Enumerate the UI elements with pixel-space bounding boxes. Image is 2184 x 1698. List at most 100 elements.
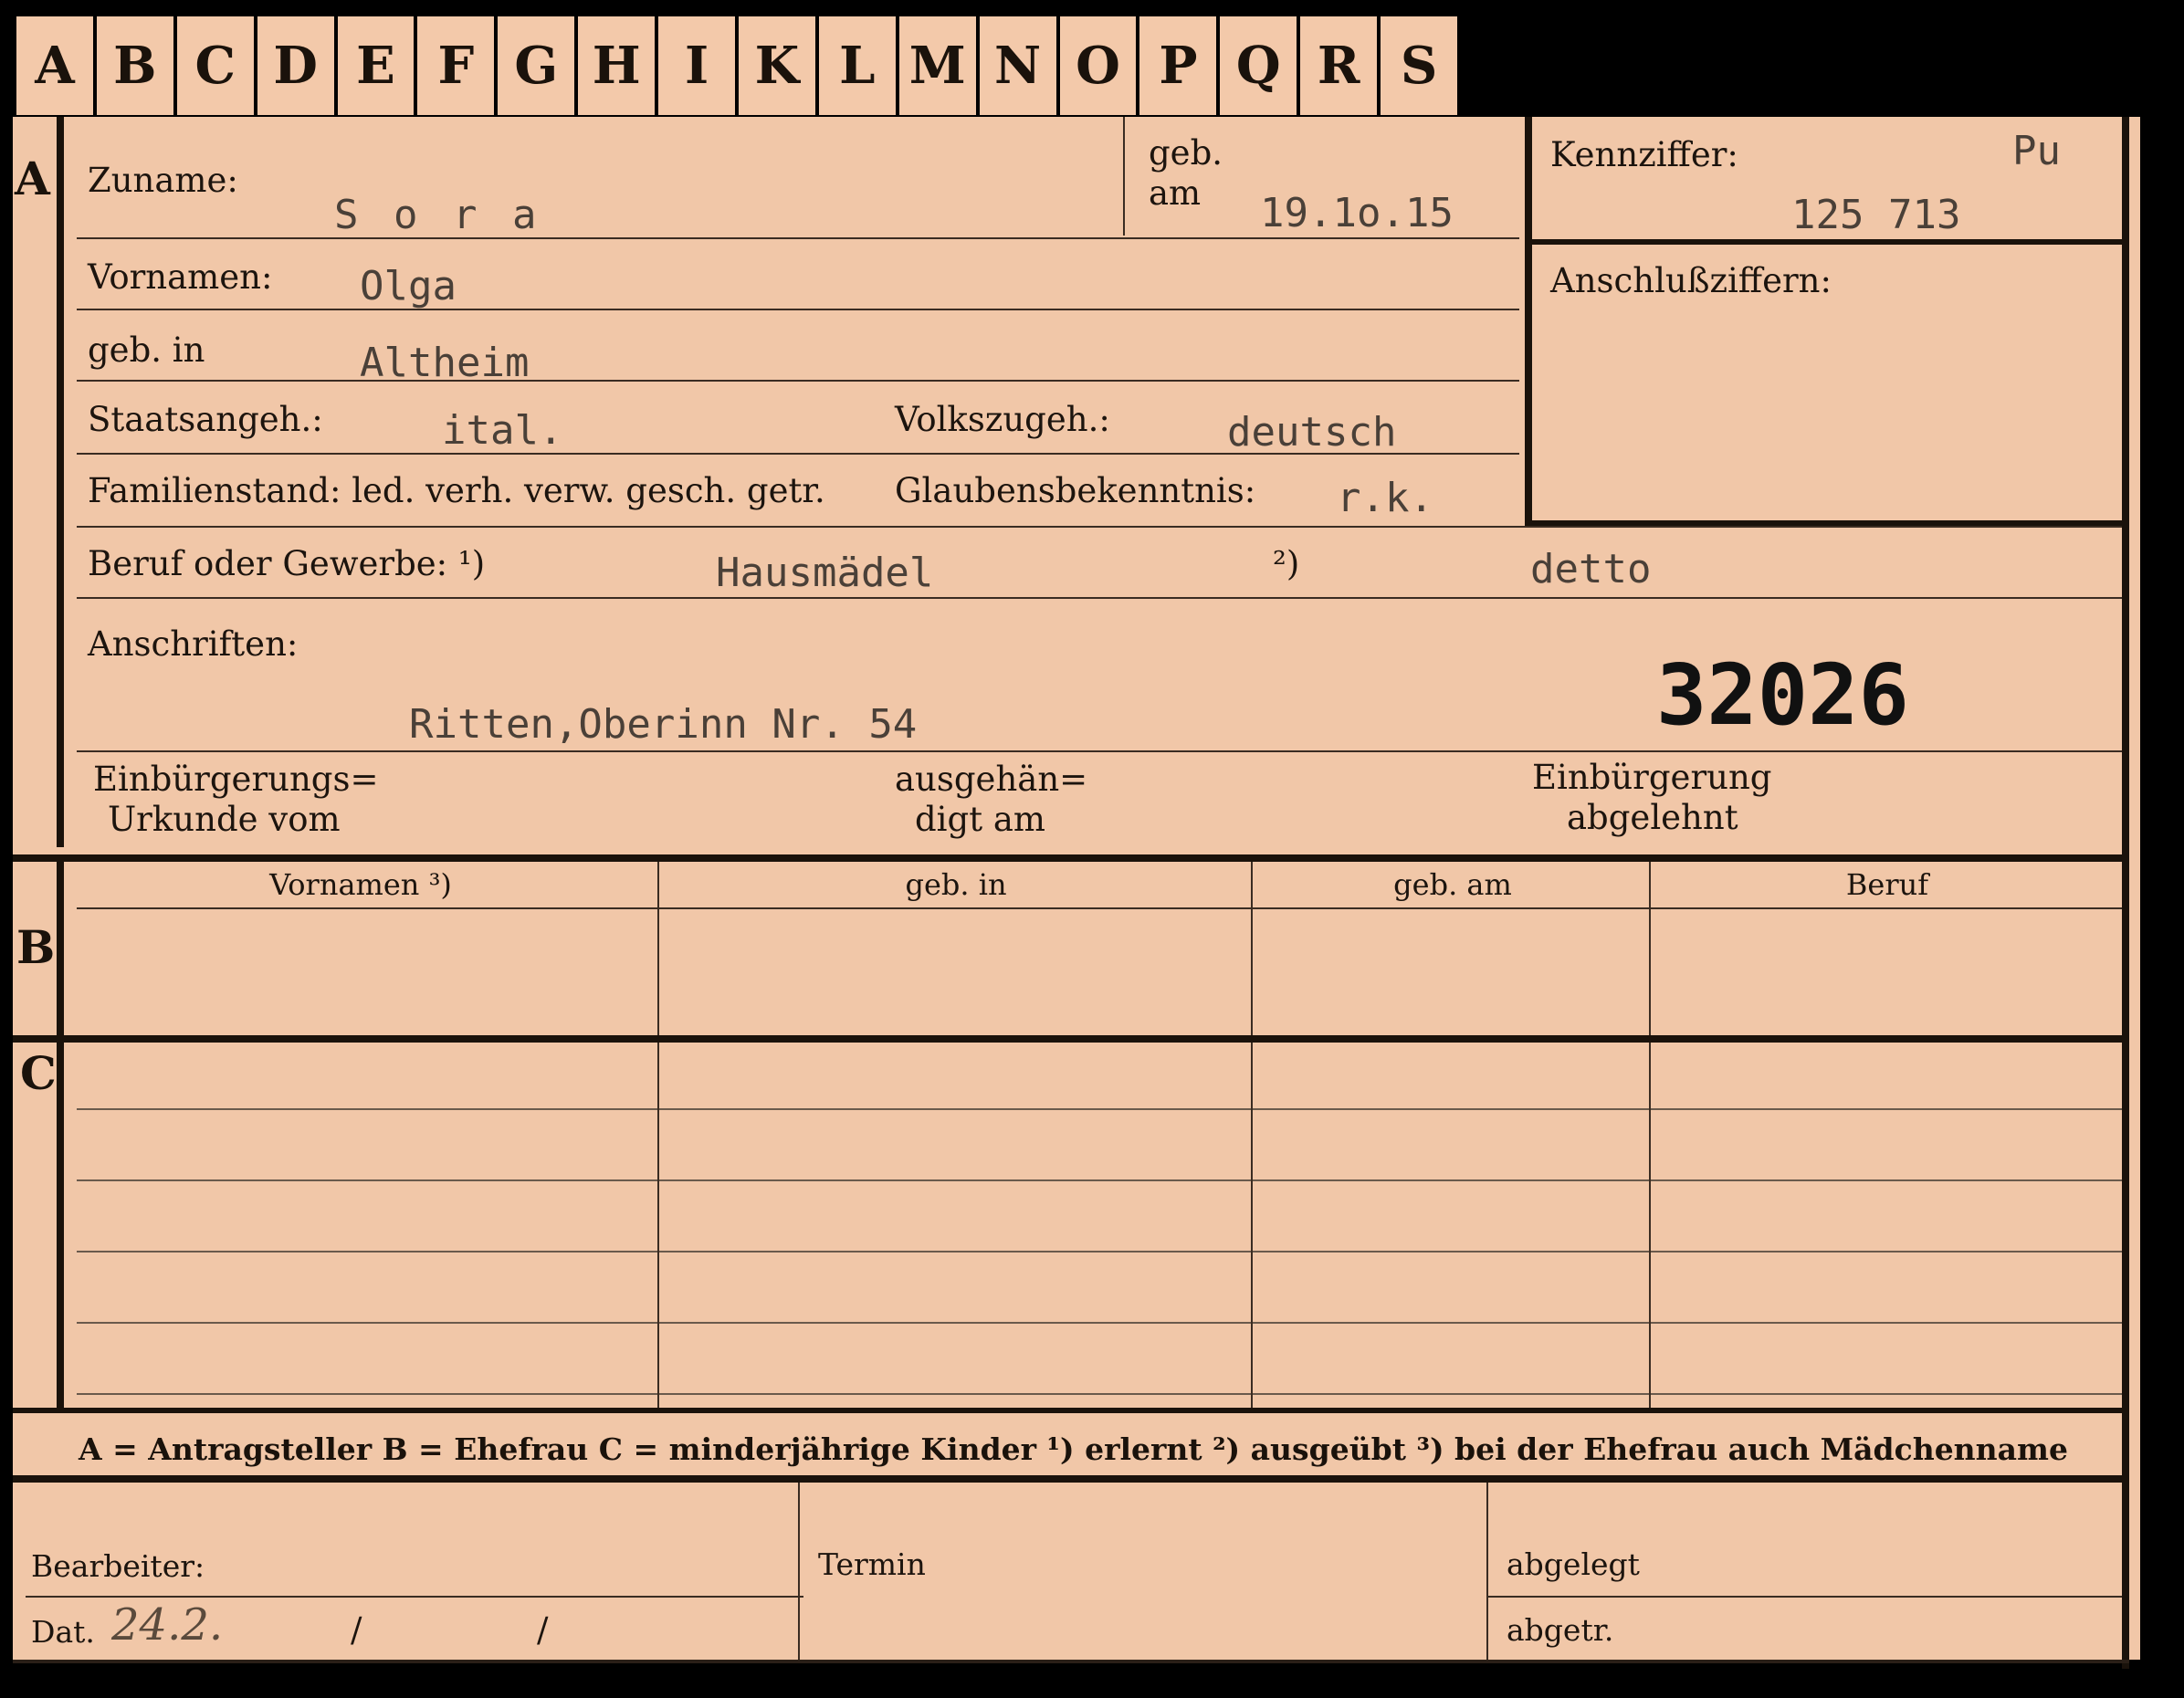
col-divider xyxy=(657,1043,659,1408)
kennziffer-prefix: Pu xyxy=(2012,128,2061,174)
tab-q[interactable]: Q xyxy=(1220,16,1301,115)
abgelegt-label: abgelegt xyxy=(1507,1546,1640,1582)
vornamen-label: Vornamen: xyxy=(88,257,273,297)
row-line xyxy=(77,526,2122,528)
index-card: ABCDEFGHIKLMNOPQRS A Zuname: S o r a geb… xyxy=(0,0,2184,1698)
tab-g[interactable]: G xyxy=(498,16,579,115)
geb-in-label: geb. in xyxy=(88,330,205,370)
row-line xyxy=(77,1322,2122,1324)
beruf-note-2: ²) xyxy=(1273,544,1300,583)
section-a-marker: A xyxy=(15,152,50,205)
einb-abgelehnt-label-1: Einbürgerung xyxy=(1532,758,1772,797)
kennziffer-value: 125 713 xyxy=(1791,192,1961,238)
tab-l[interactable]: L xyxy=(818,16,899,115)
section-c-marker: C xyxy=(20,1046,57,1100)
tab-r[interactable]: R xyxy=(1300,16,1381,115)
beruf-label: Beruf oder Gewerbe: ¹) xyxy=(88,544,486,583)
tab-s[interactable]: S xyxy=(1381,16,1462,115)
row-line xyxy=(1488,1596,2122,1598)
row-line xyxy=(77,1251,2122,1253)
row-line xyxy=(77,380,1519,382)
col-divider xyxy=(1486,1483,1488,1661)
legend-bottom xyxy=(13,1475,2129,1483)
tab-b[interactable]: B xyxy=(96,16,177,115)
row-line xyxy=(77,907,2122,909)
legend-top xyxy=(13,1408,2129,1413)
staatsangeh-label: Staatsangeh.: xyxy=(88,400,323,439)
tab-i[interactable]: I xyxy=(658,16,740,115)
tab-c[interactable]: C xyxy=(176,16,257,115)
tab-e[interactable]: E xyxy=(337,16,418,115)
anschrift-value: Ritten,Oberinn Nr. 54 xyxy=(409,701,918,748)
dat-label: Dat. xyxy=(31,1614,95,1650)
row-line xyxy=(77,1393,2122,1395)
beruf-value-2: detto xyxy=(1530,546,1652,592)
anschluss-label: Anschlußziffern: xyxy=(1550,261,1832,300)
row-line xyxy=(77,597,2122,599)
anschriften-label: Anschriften: xyxy=(88,624,299,664)
glaubens-label: Glaubensbekenntnis: xyxy=(895,471,1256,510)
divider xyxy=(1123,117,1125,236)
tab-h[interactable]: H xyxy=(578,16,659,115)
card-body: A Zuname: S o r a geb. am 19.1o.15 Kennz… xyxy=(13,117,2140,1669)
staatsangeh-value: ital. xyxy=(442,407,563,454)
row-line xyxy=(77,1108,2122,1110)
legend-text: A = Antragsteller B = Ehefrau C = minder… xyxy=(79,1431,2068,1467)
einb-urkunde-label-2: Urkunde vom xyxy=(108,800,341,839)
tab-f[interactable]: F xyxy=(417,16,499,115)
tab-p[interactable]: P xyxy=(1139,16,1221,115)
abgetr-label: abgetr. xyxy=(1507,1612,1614,1648)
kennziffer-box-left xyxy=(1525,117,1532,524)
volkszugeh-value: deutsch xyxy=(1227,409,1397,456)
dat-sep1: / xyxy=(351,1610,362,1650)
einb-urkunde-label-1: Einbürgerungs= xyxy=(93,760,379,799)
tab-m[interactable]: M xyxy=(898,16,980,115)
col-vornamen: Vornamen ³) xyxy=(269,867,452,902)
zuname-value: S o r a xyxy=(334,192,542,238)
einb-abgelehnt-label-2: abgelehnt xyxy=(1567,798,1738,837)
tab-n[interactable]: N xyxy=(979,16,1060,115)
geb-am-value: 19.1o.15 xyxy=(1260,190,1454,236)
col-geb-in: geb. in xyxy=(905,867,1007,902)
termin-label: Termin xyxy=(818,1546,926,1582)
ausgehaendigt-label-2: digt am xyxy=(915,800,1045,839)
familienstand-label: Familienstand: led. verh. verw. gesch. g… xyxy=(88,471,825,510)
geb-am-label-2: am xyxy=(1149,173,1202,213)
zuname-label: Zuname: xyxy=(88,161,238,200)
stamp-number: 32026 xyxy=(1656,646,1909,744)
dat-sep2: / xyxy=(537,1610,549,1650)
section-a-bar xyxy=(57,117,64,847)
footer-bottom xyxy=(13,1660,2129,1663)
row-line xyxy=(77,453,1519,455)
ausgehaendigt-label-1: ausgehän= xyxy=(895,760,1088,799)
tab-d[interactable]: D xyxy=(257,16,338,115)
row-line xyxy=(77,237,1519,239)
glaubens-value: r.k. xyxy=(1337,475,1433,521)
right-border xyxy=(2122,117,2129,1669)
row-line xyxy=(77,750,2122,752)
section-b-top xyxy=(13,854,2129,862)
section-c-bar xyxy=(57,1043,64,1408)
vornamen-value: Olga xyxy=(360,263,457,309)
col-geb-am: geb. am xyxy=(1393,867,1512,902)
col-divider xyxy=(1649,1043,1651,1408)
beruf-value-1: Hausmädel xyxy=(716,550,934,596)
row-line xyxy=(77,309,1519,310)
tab-k[interactable]: K xyxy=(739,16,819,115)
alphabet-tabs: ABCDEFGHIKLMNOPQRS xyxy=(13,16,1462,115)
col-divider xyxy=(798,1483,800,1661)
geb-am-label-1: geb. xyxy=(1149,133,1223,173)
col-divider xyxy=(1251,1043,1253,1408)
kennziffer-divider xyxy=(1532,239,2122,245)
row-line xyxy=(77,1179,2122,1181)
tab-a[interactable]: A xyxy=(13,16,97,115)
section-c-top xyxy=(13,1035,2129,1043)
row-line xyxy=(26,1596,803,1598)
kennziffer-label: Kennziffer: xyxy=(1550,135,1738,174)
col-beruf: Beruf xyxy=(1845,867,1929,902)
section-b-marker: B xyxy=(16,920,56,974)
bearbeiter-label: Bearbeiter: xyxy=(31,1548,205,1584)
dat-value: 24.2. xyxy=(111,1599,224,1651)
tab-o[interactable]: O xyxy=(1059,16,1140,115)
volkszugeh-label: Volkszugeh.: xyxy=(895,400,1110,439)
